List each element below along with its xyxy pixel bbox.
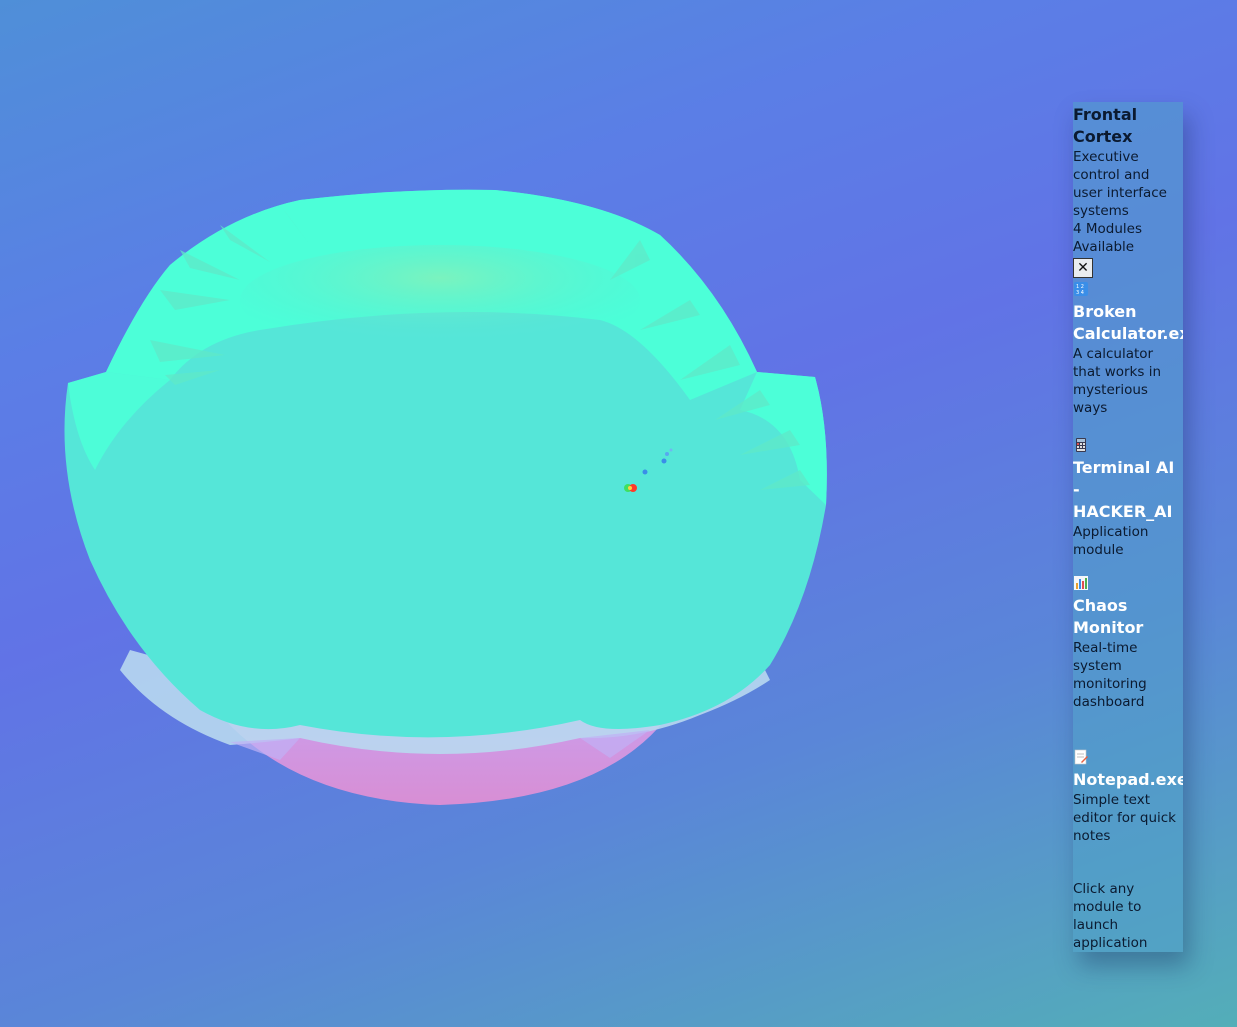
marker-dot-blue-4[interactable] — [669, 448, 673, 452]
notepad-icon — [1073, 749, 1089, 765]
panel-description: Executive control and user interface sys… — [1073, 149, 1167, 219]
launch-hint: Click any module to launch application — [1073, 881, 1148, 951]
brain-3d-viewport[interactable] — [0, 0, 1237, 1027]
terminal-icon — [1073, 437, 1089, 453]
module-description: Real-time system monitoring dashboard — [1073, 640, 1147, 710]
module-description: A calculator that works in mysterious wa… — [1073, 346, 1162, 416]
marker-dot-blue-2[interactable] — [661, 458, 667, 464]
module-count: 4 Modules Available — [1073, 221, 1143, 255]
module-chaos-monitor[interactable]: Chaos Monitor Real-time system monitorin… — [1073, 572, 1183, 746]
frontal-cortex-panel: Frontal Cortex Executive control and use… — [1073, 102, 1183, 952]
module-terminal-ai[interactable]: Terminal AI - HACKER_AI Application modu… — [1073, 434, 1183, 572]
module-name: Terminal AI - HACKER_AI — [1073, 458, 1175, 521]
brain-top-glow — [240, 245, 640, 355]
module-broken-calculator[interactable]: 1 2 3 4 Broken Calculator.exe A calculat… — [1073, 278, 1183, 434]
module-notepad[interactable]: Notepad.exe Simple text editor for quick… — [1073, 746, 1183, 876]
marker-dot-yellow — [628, 486, 632, 490]
close-button[interactable]: ✕ — [1073, 258, 1093, 278]
module-name: Notepad.exe — [1073, 770, 1183, 789]
module-description: Simple text editor for quick notes — [1073, 792, 1176, 844]
bar-chart-icon — [1073, 575, 1089, 591]
panel-title: Frontal Cortex — [1073, 105, 1138, 146]
marker-dot-blue-3[interactable] — [665, 452, 669, 456]
module-name: Chaos Monitor — [1073, 596, 1144, 637]
module-name: Broken Calculator.exe — [1073, 302, 1183, 343]
svg-text:3 4: 3 4 — [1076, 290, 1084, 296]
module-description: Application module — [1073, 524, 1149, 558]
calculator-icon: 1 2 3 4 — [1073, 281, 1089, 297]
marker-dot-blue-1[interactable] — [642, 469, 648, 475]
